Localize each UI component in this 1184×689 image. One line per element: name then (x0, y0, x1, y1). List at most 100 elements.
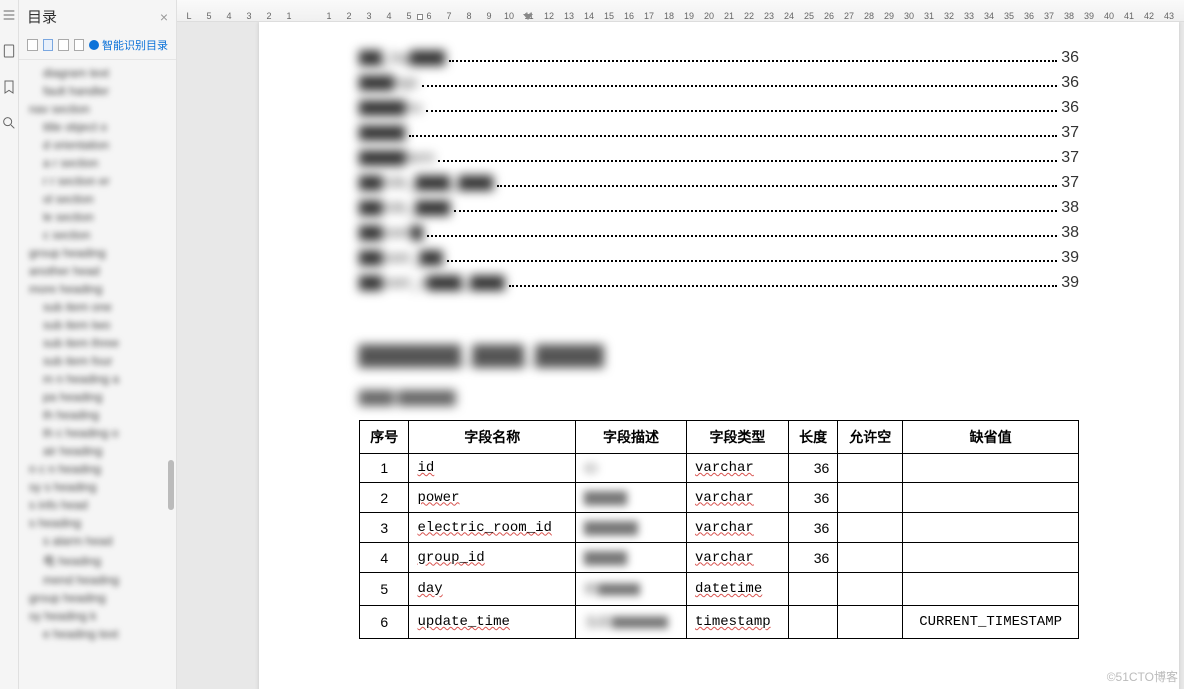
table-cell: 5 (360, 573, 409, 606)
table-cell: 3 (360, 513, 409, 543)
doc-toc-label: ▇▇▇▇larm (359, 148, 434, 166)
toc-item[interactable]: th c heading o (29, 424, 176, 442)
ruler-mark: 30 (899, 11, 919, 21)
ruler-mark: 2 (339, 11, 359, 21)
doc-toc-entry[interactable]: ▇▇user_s▇▇▇_▇▇▇39 (359, 273, 1079, 292)
table-row: 1idIDvarchar36 (360, 454, 1079, 483)
doc-toc-page: 38 (1061, 224, 1079, 242)
toc-item[interactable]: th heading (29, 406, 176, 424)
ruler-mark: 24 (779, 11, 799, 21)
toc-item[interactable]: sub item three (29, 334, 176, 352)
doc-toc-entry[interactable]: ▇▇user▇38 (359, 223, 1079, 242)
table-cell (838, 454, 903, 483)
ruler-indent-marker[interactable] (523, 14, 533, 20)
ruler-mark: 12 (539, 11, 559, 21)
doc-toc-entry[interactable]: ▇▇_log▇▇▇36 (359, 48, 1079, 67)
doc-toc-entry[interactable]: ▇▇▇▇larm37 (359, 148, 1079, 167)
toc-checkbox-1[interactable] (27, 39, 38, 51)
toc-item[interactable]: title object o (29, 118, 176, 136)
table-cell: datetime (687, 573, 789, 606)
table-row: 3electric_room_id▇▇▇▇▇varchar36 (360, 513, 1079, 543)
table-cell: id (409, 454, 576, 483)
table-cell: update_time (409, 606, 576, 639)
toc-item[interactable]: sub item one (29, 298, 176, 316)
toc-item[interactable]: r r section er (29, 172, 176, 190)
page-icon[interactable] (0, 42, 18, 60)
doc-toc-leader (422, 85, 1057, 87)
ruler-mark: 4 (379, 11, 399, 21)
toc-item[interactable]: sy s heading (29, 478, 176, 496)
close-icon[interactable]: × (160, 9, 168, 25)
doc-toc-label: ▇▇role_▇▇▇ (359, 198, 450, 216)
toc-checkbox-4[interactable] (74, 39, 85, 51)
table-cell: ▇▇▇▇ (575, 483, 686, 513)
bookmark-icon[interactable] (0, 78, 18, 96)
document-viewport[interactable]: ◉ ▇▇_log▇▇▇36▇▇▇ngs36▇▇▇▇nu36▇▇▇▇37▇▇▇▇l… (177, 22, 1184, 689)
toc-item[interactable]: group heading (29, 244, 176, 262)
toc-item[interactable]: s info head (29, 496, 176, 514)
toc-checkbox-3[interactable] (58, 39, 69, 51)
doc-toc-leader (447, 260, 1058, 262)
toc-item[interactable]: e heading text (29, 625, 176, 643)
toc-icon[interactable] (0, 6, 18, 24)
doc-toc-label: ▇▇_log▇▇▇ (359, 48, 445, 66)
toc-item[interactable]: d orientation (29, 136, 176, 154)
toc-item[interactable]: s heading (29, 514, 176, 532)
search-icon[interactable] (0, 114, 18, 132)
toc-list[interactable]: diagram text fault handler nav section t… (19, 60, 176, 689)
table-cell: 6 (360, 606, 409, 639)
toc-item[interactable]: fault handler (29, 82, 176, 100)
toc-item[interactable]: sub item four (29, 352, 176, 370)
doc-toc-entry[interactable]: ▇▇user_▇▇39 (359, 248, 1079, 267)
table-cell (838, 543, 903, 573)
ruler-mark: 22 (739, 11, 759, 21)
th-nullable: 允许空 (838, 421, 903, 454)
doc-toc-entry[interactable]: ▇▇▇ngs36 (359, 73, 1079, 92)
toc-item[interactable]: air heading (29, 442, 176, 460)
toc-item[interactable]: n c n heading (29, 460, 176, 478)
doc-toc-entry[interactable]: ▇▇role_▇▇▇38 (359, 198, 1079, 217)
horizontal-ruler[interactable]: ▾ L5432112345678910111213141516171819202… (177, 0, 1184, 22)
doc-toc-label: ▇▇▇▇ (359, 123, 405, 141)
doc-toc-page: 39 (1061, 274, 1079, 292)
toc-item[interactable]: mend heading (29, 571, 176, 589)
toc-item[interactable]: c section (29, 226, 176, 244)
toc-checkbox-2[interactable] (43, 39, 54, 51)
toc-item[interactable]: sy heading k (29, 607, 176, 625)
ruler-mark: 3 (359, 11, 379, 21)
ruler-mark: 37 (1039, 11, 1059, 21)
smart-detect-toc[interactable]: 智能识别目录 (89, 37, 168, 53)
toc-item[interactable]: group heading (29, 589, 176, 607)
table-cell (903, 573, 1079, 606)
doc-toc-leader (438, 160, 1057, 162)
toc-item[interactable]: another head (29, 262, 176, 280)
doc-toc-entry[interactable]: ▇▇role_▇▇▇_▇▇▇37 (359, 173, 1079, 192)
toc-item[interactable]: 电 heading (29, 550, 176, 571)
table-cell (838, 483, 903, 513)
doc-toc-leader (449, 60, 1057, 62)
doc-toc-page: 37 (1061, 124, 1079, 142)
toc-item[interactable]: more heading (29, 280, 176, 298)
toc-item[interactable]: m n heading a (29, 370, 176, 388)
doc-toc-entry[interactable]: ▇▇▇▇ 37 (359, 123, 1079, 142)
toc-item[interactable]: diagram text (29, 64, 176, 82)
toc-item[interactable]: nav section (29, 100, 176, 118)
toc-item[interactable]: a r section (29, 154, 176, 172)
toc-item[interactable]: le section (29, 208, 176, 226)
ruler-left-margin[interactable] (417, 14, 423, 20)
doc-toc-entry[interactable]: ▇▇▇▇nu36 (359, 98, 1079, 117)
toc-scrollbar-thumb[interactable] (168, 460, 174, 510)
table-row: 4group_id▇▇▇▇varchar36 (360, 543, 1079, 573)
ruler-mark: 21 (719, 11, 739, 21)
doc-toc-page: 37 (1061, 174, 1079, 192)
doc-toc-leader (509, 285, 1058, 287)
toc-item[interactable]: sub item two (29, 316, 176, 334)
ruler-mark: L (179, 11, 199, 21)
toc-item[interactable]: ol section (29, 190, 176, 208)
ruler-mark: 28 (859, 11, 879, 21)
table-cell: timestamp (687, 606, 789, 639)
toc-item[interactable]: pa heading (29, 388, 176, 406)
toc-item[interactable]: s alarm head (29, 532, 176, 550)
ruler-mark: 39 (1079, 11, 1099, 21)
table-cell: 36 (788, 543, 837, 573)
